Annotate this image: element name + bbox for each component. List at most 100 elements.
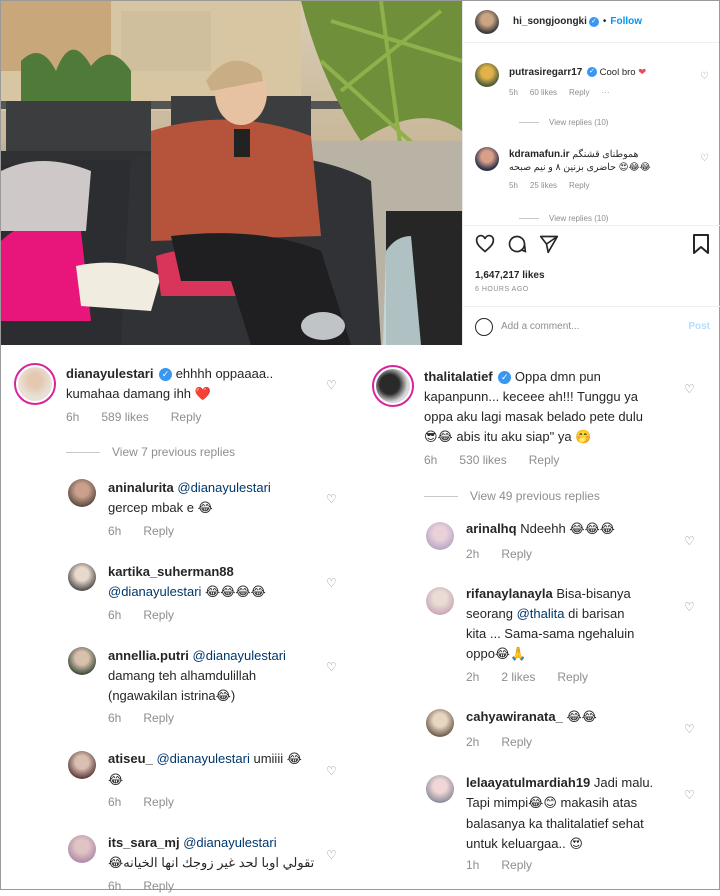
like-comment-heart-icon[interactable]: ♡ — [684, 597, 695, 617]
view-replies-button[interactable]: View replies (10) — [519, 118, 608, 127]
comment-username[interactable]: rifanaylanayla — [466, 586, 553, 601]
reply-button[interactable]: Reply — [569, 181, 589, 190]
bookmark-icon[interactable] — [692, 234, 710, 254]
comment-username[interactable]: aninalurita — [108, 480, 174, 495]
avatar[interactable] — [475, 147, 499, 171]
avatar[interactable] — [68, 647, 96, 675]
avatar[interactable] — [426, 522, 454, 550]
comment-time: 6h — [424, 453, 438, 467]
verified-icon: ✓ — [587, 67, 598, 78]
comment-text: Jadi malu. — [593, 775, 654, 790]
like-comment-heart-icon[interactable]: ♡ — [684, 785, 695, 805]
like-comment-heart-icon[interactable]: ♡ — [700, 71, 709, 82]
comment-time: 5h — [509, 88, 518, 97]
verified-icon: ✓ — [588, 16, 599, 27]
comment-username[interactable]: its_sara_mj — [108, 835, 180, 850]
like-comment-heart-icon[interactable]: ♡ — [684, 719, 695, 739]
reply-button[interactable]: Reply — [569, 88, 589, 97]
emoji-icon[interactable] — [475, 317, 493, 336]
reply-button[interactable]: Reply — [143, 708, 174, 728]
comment-text: Ndeehh — [520, 521, 566, 536]
like-comment-heart-icon[interactable]: ♡ — [684, 379, 695, 399]
likes-count[interactable]: 1,647,217 likes — [475, 270, 545, 281]
like-comment-heart-icon[interactable]: ♡ — [326, 375, 337, 395]
comment-meta: 5h 25 likes Reply — [509, 181, 651, 190]
post-author[interactable]: hi_songjoongki — [513, 16, 587, 27]
follow-button[interactable]: Follow — [610, 16, 642, 27]
mention-link[interactable]: @dianayulestari — [108, 584, 201, 599]
avatar[interactable] — [475, 63, 499, 87]
reply-button[interactable]: Reply — [171, 407, 202, 427]
comment-text: هموطنای قشنگم — [572, 149, 639, 160]
reply-button[interactable]: Reply — [557, 667, 588, 687]
reply-button[interactable]: Reply — [143, 792, 174, 812]
comment-meta: 6h Reply — [108, 876, 174, 896]
reply-comment: kartika_suherman88 @dianayulestari 😂😂😂😂 — [108, 562, 266, 603]
avatar[interactable] — [14, 363, 56, 405]
like-comment-heart-icon[interactable]: ♡ — [326, 573, 337, 593]
like-comment-heart-icon[interactable]: ♡ — [700, 153, 709, 164]
comment-username[interactable]: dianayulestari — [66, 366, 153, 381]
comment-likes[interactable]: 2 likes — [501, 667, 535, 687]
mention-link[interactable]: @dianayulestari — [183, 835, 276, 850]
reply-button[interactable]: Reply — [501, 544, 532, 564]
avatar[interactable] — [68, 563, 96, 591]
comment-likes[interactable]: 60 likes — [530, 88, 557, 97]
heart-icon[interactable] — [475, 234, 495, 254]
comment-username[interactable]: lelaayatulmardiah19 — [466, 775, 590, 790]
avatar[interactable] — [68, 751, 96, 779]
comment-likes[interactable]: 25 likes — [530, 181, 557, 190]
avatar[interactable] — [426, 709, 454, 737]
post-time: 6 HOURS AGO — [475, 286, 529, 293]
comment-likes[interactable]: 530 likes — [459, 450, 506, 470]
comment-username[interactable]: annellia.putri — [108, 648, 189, 663]
reply-button[interactable]: Reply — [143, 876, 174, 896]
comment-username[interactable]: kdramafun.ir — [509, 149, 570, 160]
like-comment-heart-icon[interactable]: ♡ — [326, 845, 337, 865]
reply-button[interactable]: Reply — [529, 450, 560, 470]
avatar[interactable] — [475, 9, 499, 34]
comment-username[interactable]: arinalhq — [466, 521, 517, 536]
comment-username[interactable]: kartika_suherman88 — [108, 564, 234, 579]
reply-button[interactable]: Reply — [501, 855, 532, 875]
view-replies-button[interactable]: View replies (10) — [519, 213, 608, 223]
comment-username[interactable]: thalitalatief — [424, 369, 493, 384]
mention-link[interactable]: @dianayulestari — [193, 648, 286, 663]
reply-button[interactable]: Reply — [501, 732, 532, 752]
comment-text: umiiii — [253, 751, 284, 766]
reply-button[interactable]: Reply — [143, 521, 174, 541]
comment-username[interactable]: putrasiregarr17 — [509, 67, 582, 78]
avatar[interactable] — [68, 479, 96, 507]
like-comment-heart-icon[interactable]: ♡ — [326, 489, 337, 509]
comment-text-line: seorang — [466, 606, 513, 621]
avatar[interactable] — [426, 775, 454, 803]
more-options-icon[interactable]: ··· — [601, 88, 609, 97]
mention-link[interactable]: @dianayulestari — [177, 480, 270, 495]
comment-text-line: makasih atas — [560, 795, 638, 810]
mention-link[interactable]: @dianayulestari — [156, 751, 249, 766]
like-comment-heart-icon[interactable]: ♡ — [326, 761, 337, 781]
comment-username[interactable]: cahyawiranata_ — [466, 709, 563, 724]
post-actions: 1,647,217 likes 6 HOURS AGO Add a commen… — [463, 225, 720, 345]
avatar[interactable] — [372, 365, 414, 407]
like-comment-heart-icon[interactable]: ♡ — [326, 657, 337, 677]
comment-likes[interactable]: 589 likes — [101, 407, 148, 427]
view-previous-replies-button[interactable]: View 7 previous replies — [66, 442, 235, 462]
post-button[interactable]: Post — [688, 321, 710, 332]
reply-button[interactable]: Reply — [143, 605, 174, 625]
comment-emoji: 😂 — [286, 752, 302, 767]
comment-text: تقولي اوبا لحد غير زوجك انها الخيانه — [123, 855, 315, 870]
avatar[interactable] — [426, 587, 454, 615]
avatar[interactable] — [68, 835, 96, 863]
comment-time: 2h — [466, 670, 480, 684]
share-icon[interactable] — [539, 234, 559, 254]
comment-icon[interactable] — [507, 234, 527, 254]
comment-meta: 2h Reply — [466, 544, 532, 564]
view-previous-replies-button[interactable]: View 49 previous replies — [424, 486, 600, 506]
mention-link[interactable]: @thalita — [517, 606, 565, 621]
verified-icon: ✓ — [159, 368, 173, 382]
comment-emoji: 😂😂😂😂 — [205, 585, 266, 600]
comment-username[interactable]: atiseu_ — [108, 751, 153, 766]
like-comment-heart-icon[interactable]: ♡ — [684, 531, 695, 551]
add-comment-input[interactable]: Add a comment... — [501, 321, 579, 332]
